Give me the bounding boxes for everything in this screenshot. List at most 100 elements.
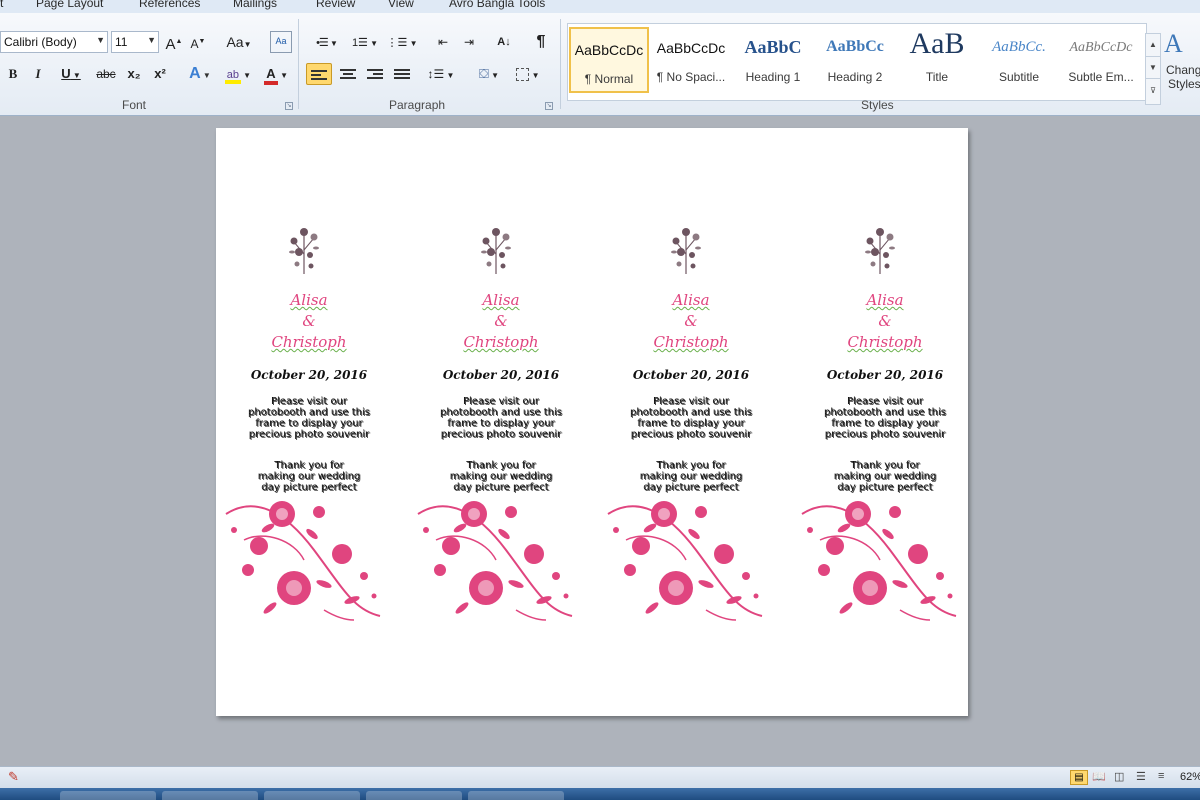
status-bar: ✎ ▤ 📖 ◫ ☰ ≡ 62%	[0, 766, 1200, 788]
style-sample: AaBbCc	[826, 38, 884, 55]
style-name: Title	[925, 70, 949, 84]
web-layout-icon[interactable]: ◫	[1114, 770, 1124, 783]
align-left-button[interactable]	[306, 63, 332, 85]
underline-button[interactable]: U ▼	[54, 63, 88, 85]
underline-icon: U	[61, 66, 71, 81]
tab-avro-bangla-tools[interactable]: Avro Bangla Tools	[449, 0, 545, 10]
font-name-value: Calibri (Body)	[4, 35, 77, 49]
thank-you-message: Thank you for making our wedding day pic…	[833, 460, 937, 493]
eraser-icon: Aa	[275, 36, 287, 46]
line-spacing-button[interactable]: ↕☰ ▼	[425, 63, 457, 85]
ribbon: Calibri (Body) ▼ 11 ▼ A▲ A▼ Aa▼ Aa B I U…	[0, 13, 1200, 116]
font-color-button[interactable]: A ▼	[260, 63, 292, 85]
bold-button[interactable]: B	[3, 63, 23, 85]
change-styles-button[interactable]: A Chang Styles	[1164, 27, 1200, 107]
bold-icon: B	[8, 66, 18, 81]
style-subtle-emphasis[interactable]: AaBbCcDc Subtle Em...	[1061, 27, 1141, 93]
photo-frame-card: Alisa & Christoph October 20, 2016 Pleas…	[408, 128, 594, 716]
more-styles-icon[interactable]: ⊽	[1146, 78, 1160, 102]
wedding-date: October 20, 2016	[250, 368, 368, 382]
chevron-down-icon: ▼	[96, 35, 105, 45]
scroll-up-icon[interactable]: ▲	[1146, 34, 1160, 56]
font-dialog-launcher-icon[interactable]: ↘	[285, 102, 293, 110]
change-case-button[interactable]: Aa▼	[222, 31, 256, 53]
sort-button[interactable]: A↓	[492, 31, 516, 53]
tab-view[interactable]: View	[388, 0, 414, 10]
full-screen-reading-icon[interactable]: 📖	[1092, 770, 1106, 783]
taskbar-item[interactable]	[366, 791, 462, 800]
subscript-button[interactable]: x₂	[124, 63, 144, 85]
decrease-indent-button[interactable]: ⇤	[432, 31, 454, 53]
taskbar-item[interactable]	[60, 791, 156, 800]
pilcrow-icon: ¶	[536, 33, 546, 50]
tab-references[interactable]: References	[139, 0, 200, 10]
text-effects-button[interactable]: A ▼	[186, 63, 214, 85]
zoom-level[interactable]: 62%	[1180, 771, 1200, 783]
draft-view-icon[interactable]: ≡	[1158, 770, 1164, 782]
numbering-button[interactable]: 1☰ ▼	[348, 31, 382, 53]
font-size-field[interactable]: 11 ▼	[111, 31, 159, 53]
styles-gallery: AaBbCcDc ¶ Normal AaBbCcDc ¶ No Spaci...…	[567, 23, 1147, 101]
align-center-button[interactable]	[336, 63, 360, 85]
style-subtitle[interactable]: AaBbCc. Subtitle	[979, 27, 1059, 93]
ribbon-tabs: t Page Layout References Mailings Review…	[0, 0, 1200, 13]
ampersand: &	[494, 312, 508, 330]
rose-floral-icon	[801, 501, 957, 621]
outline-view-icon[interactable]: ☰	[1136, 770, 1146, 783]
bullet-list-icon: •☰	[316, 37, 329, 49]
styles-gallery-scroll[interactable]: ▲ ▼ ⊽	[1145, 33, 1161, 105]
ampersand: &	[302, 312, 316, 330]
strikethrough-button[interactable]: abc	[94, 63, 118, 85]
grow-font-button[interactable]: A▲	[164, 31, 184, 53]
style-heading-2[interactable]: AaBbCc Heading 2	[815, 27, 895, 93]
clear-formatting-button[interactable]: Aa	[270, 31, 292, 53]
groom-name: Christoph	[271, 333, 347, 351]
style-no-spacing[interactable]: AaBbCcDc ¶ No Spaci...	[651, 27, 731, 93]
text-effects-icon: A	[189, 65, 201, 82]
highlight-button[interactable]: ab ▼	[220, 63, 256, 85]
italic-button[interactable]: I	[28, 63, 48, 85]
borders-button[interactable]: ▼	[512, 63, 544, 85]
groom-name: Christoph	[653, 333, 729, 351]
style-sample: AaBbC	[744, 37, 802, 57]
increase-indent-icon: ⇥	[463, 35, 475, 49]
group-divider	[298, 19, 299, 109]
show-marks-button[interactable]: ¶	[530, 31, 552, 53]
align-right-button[interactable]	[363, 63, 387, 85]
borders-icon	[516, 68, 530, 82]
superscript-button[interactable]: x²	[150, 63, 170, 85]
tab-review[interactable]: Review	[316, 0, 355, 10]
shading-button[interactable]: ⛋ ▼	[472, 63, 506, 85]
scroll-down-icon[interactable]: ▼	[1146, 56, 1160, 78]
proofing-errors-icon[interactable]: ✎	[8, 769, 19, 785]
tab-mailings[interactable]: Mailings	[233, 0, 277, 10]
paragraph-dialog-launcher-icon[interactable]: ↘	[545, 102, 553, 110]
increase-indent-button[interactable]: ⇥	[458, 31, 480, 53]
font-name-field[interactable]: Calibri (Body) ▼	[0, 31, 108, 53]
highlighter-icon: ab	[224, 70, 241, 84]
paragraph-group-label: Paragraph	[389, 98, 446, 112]
document-page[interactable]: Alisa & Christoph October 20, 2016 Pleas…	[216, 128, 968, 716]
bullets-button[interactable]: •☰ ▼	[310, 31, 344, 53]
taskbar-item[interactable]	[264, 791, 360, 800]
taskbar-item[interactable]	[162, 791, 258, 800]
groom-name: Christoph	[847, 333, 923, 351]
photobooth-message: Please visit our photobooth and use this…	[248, 396, 370, 440]
justify-button[interactable]	[390, 63, 414, 85]
style-title[interactable]: AaB Title	[897, 27, 977, 93]
font-group-label: Font	[122, 98, 147, 112]
paint-bucket-icon: ⛋	[478, 66, 489, 81]
multilevel-list-button[interactable]: ⋮☰ ▼	[386, 31, 418, 53]
couple-names: Alisa & Christoph	[216, 290, 402, 353]
strikethrough-icon: abc	[96, 67, 116, 81]
tab-partial[interactable]: t	[0, 0, 3, 10]
style-heading-1[interactable]: AaBbC Heading 1	[733, 27, 813, 93]
tab-page-layout[interactable]: Page Layout	[36, 0, 103, 10]
shrink-font-button[interactable]: A▼	[188, 31, 208, 53]
taskbar-item[interactable]	[468, 791, 564, 800]
print-layout-view-icon[interactable]: ▤	[1070, 770, 1088, 785]
photo-frame-card: Alisa & Christoph October 20, 2016 Pleas…	[792, 128, 978, 716]
style-normal[interactable]: AaBbCcDc ¶ Normal	[569, 27, 649, 93]
bouquet-icon	[865, 228, 895, 274]
change-styles-icon: A	[1164, 29, 1183, 58]
